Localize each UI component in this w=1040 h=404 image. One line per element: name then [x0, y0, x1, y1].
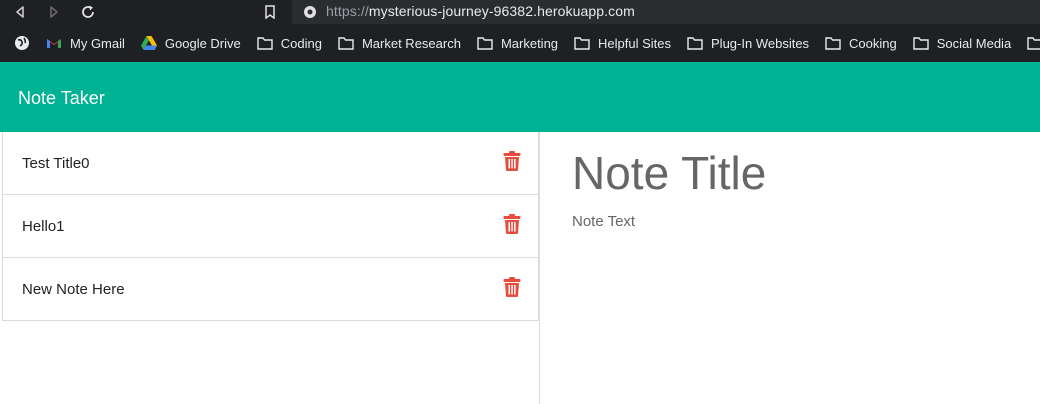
note-list-title[interactable]: New Note Here — [22, 281, 125, 298]
folder-icon — [574, 35, 590, 51]
browser-toolbar: https://mysterious-journey-96382.herokua… — [0, 0, 1040, 24]
trash-icon[interactable] — [503, 277, 521, 297]
bookmark-apps[interactable] — [14, 31, 38, 55]
note-list: Test Title0 Hello1 New Note Here — [2, 132, 539, 321]
bookmark-button[interactable] — [260, 2, 280, 22]
panel-divider — [539, 132, 540, 404]
folder-icon — [477, 35, 493, 51]
google-drive-icon — [140, 35, 157, 51]
url-host: mysterious-journey-96382.herokuapp.com — [368, 3, 635, 19]
note-list-title[interactable]: Test Title0 — [22, 155, 90, 172]
folder-icon — [257, 35, 273, 51]
bookmark-label: Social Media — [936, 35, 1012, 51]
note-title-input[interactable]: Note Title — [572, 146, 766, 200]
gmail-icon — [46, 35, 62, 51]
folder-icon — [1027, 35, 1040, 51]
url-text[interactable]: https://mysterious-journey-96382.herokua… — [326, 3, 635, 19]
app-title[interactable]: Note Taker — [18, 88, 105, 109]
folder-icon — [825, 35, 841, 51]
bookmark-label: Helpful Sites — [598, 35, 672, 51]
globe-icon — [14, 35, 30, 51]
reload-button[interactable] — [78, 2, 98, 22]
site-info-icon[interactable] — [303, 5, 317, 19]
bookmark-label: Google Drive — [164, 35, 241, 51]
reload-icon — [82, 5, 94, 18]
forward-button[interactable] — [44, 2, 64, 22]
bookmark-label: Coding — [280, 35, 322, 51]
forward-arrow-icon — [50, 6, 58, 18]
bookmark-icon — [265, 5, 275, 19]
bookmark-folder-plug-in-websites[interactable]: Plug-In Websites — [687, 31, 809, 55]
bookmark-folder-helpful-sites[interactable]: Helpful Sites — [574, 31, 671, 55]
bookmark-my-gmail[interactable]: My Gmail — [46, 31, 125, 55]
bookmark-label: Plug-In Websites — [711, 35, 810, 51]
bookmark-folder-market-research[interactable]: Market Research — [338, 31, 461, 55]
bookmark-label: Cooking — [849, 35, 897, 51]
folder-icon — [687, 35, 703, 51]
bookmark-folder-overflow[interactable] — [1027, 31, 1040, 55]
folder-icon — [913, 35, 929, 51]
bookmark-label: My Gmail — [70, 35, 125, 51]
note-list-title[interactable]: Hello1 — [22, 218, 65, 235]
bookmark-label: Marketing — [500, 35, 559, 51]
bookmark-folder-marketing[interactable]: Marketing — [477, 31, 558, 55]
bookmark-folder-social-media[interactable]: Social Media — [913, 31, 1011, 55]
note-text-input[interactable]: Note Text — [572, 213, 635, 230]
bookmarks-bar: My Gmail Google Drive Coding Market Rese… — [0, 24, 1040, 62]
list-item[interactable]: Hello1 — [3, 195, 538, 258]
back-arrow-icon — [16, 6, 24, 18]
bookmark-label: Market Research — [361, 35, 461, 51]
trash-icon[interactable] — [503, 214, 521, 234]
folder-icon — [338, 35, 354, 51]
bookmark-folder-cooking[interactable]: Cooking — [825, 31, 897, 55]
bookmark-folder-coding[interactable]: Coding — [257, 31, 322, 55]
trash-icon[interactable] — [503, 151, 521, 171]
back-button[interactable] — [10, 2, 30, 22]
app-header: Note Taker — [0, 62, 1040, 132]
list-item[interactable]: Test Title0 — [3, 132, 538, 195]
bookmark-google-drive[interactable]: Google Drive — [140, 31, 241, 55]
list-item[interactable]: New Note Here — [3, 258, 538, 321]
url-scheme: https:// — [326, 3, 369, 19]
